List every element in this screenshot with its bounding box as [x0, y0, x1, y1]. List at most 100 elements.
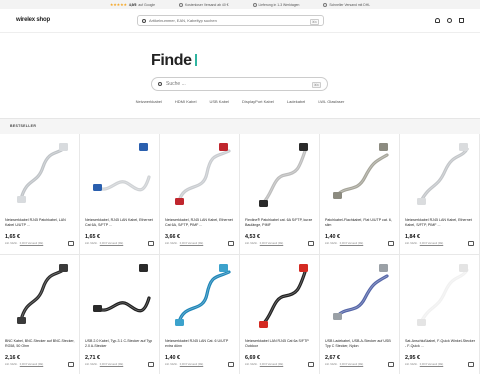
product-price: 6,69 € [245, 355, 260, 361]
shipping-link[interactable]: 0,00 € Versand (DE) [100, 363, 124, 366]
chip-lwl-glasfaser[interactable]: LWL Glasfaser [318, 99, 344, 104]
chip-ladekabel[interactable]: Ladekabel [287, 99, 305, 104]
product-name[interactable]: Netzwerkkabel, RJ45 LAN Kabel, Ethernet … [165, 218, 235, 228]
product-meta: inkl. MwSt. 0,00 € Versand (DE) [245, 242, 283, 245]
shipping-link[interactable]: 0,00 € Versand (DE) [420, 363, 444, 366]
product-name[interactable]: Netzwerkkabel RJ45 LAN Cat. 6 U/UTP extr… [165, 339, 235, 349]
shipping-link[interactable]: 0,00 € Versand (DE) [340, 242, 364, 245]
product-image[interactable] [247, 258, 313, 334]
chip-netzwerkkabel[interactable]: Netzwerkkabel [136, 99, 162, 104]
product-name[interactable]: Netzwerkkabel, RJ45 LAN Kabel, Ethernet … [85, 218, 155, 228]
add-to-cart-icon[interactable] [388, 241, 394, 246]
tax-note: inkl. MwSt. [85, 363, 98, 366]
product-image[interactable] [167, 137, 233, 213]
product-meta: inkl. MwSt. 0,00 € Versand (DE) [245, 363, 283, 366]
add-to-cart-icon[interactable] [68, 241, 74, 246]
site-logo[interactable]: wirelex shop [16, 17, 50, 23]
product-card[interactable]: Netzwerkkabel, RJ45 LAN Kabel, Ethernet … [160, 134, 240, 254]
header-search[interactable]: ⌘K [137, 15, 324, 26]
product-image[interactable] [247, 137, 313, 213]
product-card[interactable]: Netzwerkkabel LAN RJ45 Cat 6a S/FTP Outd… [240, 255, 320, 374]
blue-rj45-cable-icon [93, 143, 151, 192]
product-card[interactable]: USB 2.0 Kabel, Typ-3.1 C-Stecker auf Typ… [80, 255, 160, 374]
add-to-cart-icon[interactable] [148, 241, 154, 246]
shipping-link[interactable]: 0,00 € Versand (DE) [260, 242, 284, 245]
shipping-link[interactable]: 0,00 € Versand (DE) [180, 242, 204, 245]
product-price: 2,95 € [405, 355, 420, 361]
account-icon[interactable] [435, 18, 440, 23]
product-price: 1,65 € [85, 234, 100, 240]
product-image[interactable] [7, 137, 73, 213]
chip-usb-kabel[interactable]: USB Kabel [209, 99, 229, 104]
product-card[interactable]: Netzwerkkabel RJ45 LAN Cat. 6 U/UTP extr… [160, 255, 240, 374]
product-meta: inkl. MwSt. 0,00 € Versand (DE) [325, 363, 363, 366]
grey-rj45-cable-icon [17, 143, 68, 203]
product-meta: inkl. MwSt. 0,00 € Versand (DE) [85, 363, 123, 366]
product-price: 4,53 € [245, 234, 260, 240]
shipping-link[interactable]: 0,00 € Versand (DE) [20, 363, 44, 366]
product-name[interactable]: Flexline® Patchkabel cat. 6A S/FTP, kurz… [245, 218, 315, 228]
product-card[interactable]: BNC Kabel, BNC-Stecker auf BNC-Stecker, … [0, 255, 80, 374]
add-to-cart-icon[interactable] [308, 362, 314, 367]
add-to-cart-icon[interactable] [388, 362, 394, 367]
product-meta: inkl. MwSt. 0,00 € Versand (DE) [405, 363, 443, 366]
product-image[interactable] [87, 137, 153, 213]
product-image[interactable] [407, 258, 473, 334]
product-image[interactable] [167, 258, 233, 334]
product-name[interactable]: Netzwerkkabel LAN RJ45 Cat 6a S/FTP Outd… [245, 339, 315, 349]
add-to-cart-icon[interactable] [468, 241, 474, 246]
add-to-cart-icon[interactable] [228, 362, 234, 367]
shipping-link[interactable]: 0,00 € Versand (DE) [340, 363, 364, 366]
product-card[interactable]: Patchkabel-Flachkabel, Flat U/UTP cat. 6… [320, 134, 400, 254]
header-search-input[interactable] [149, 18, 309, 23]
add-to-cart-icon[interactable] [148, 362, 154, 367]
product-name[interactable]: Patchkabel-Flachkabel, Flat U/UTP cat. 6… [325, 218, 395, 228]
flat-cable-icon [333, 143, 389, 199]
product-price: 2,67 € [325, 355, 340, 361]
product-image[interactable] [327, 137, 393, 213]
product-image[interactable] [87, 258, 153, 334]
product-meta: inkl. MwSt. 0,00 € Versand (DE) [325, 242, 363, 245]
product-image[interactable] [407, 137, 473, 213]
black-pink-rj45-cable-icon [259, 143, 308, 207]
product-name[interactable]: USB Ladekabel, USB-A-Stecker auf USB Typ… [325, 339, 395, 349]
add-to-cart-icon[interactable] [228, 241, 234, 246]
grey-rj45-cable-icon [417, 143, 469, 205]
chip-hdmi-kabel[interactable]: HDMI Kabel [175, 99, 197, 104]
product-meta: inkl. MwSt. 0,00 € Versand (DE) [5, 363, 43, 366]
product-card[interactable]: Netzwerkkabel RJ45 LAN Kabel, Ethernet K… [400, 134, 480, 254]
search-shortcut-badge: ⌘K [309, 19, 319, 25]
chip-displayport-kabel[interactable]: DisplayPort Kabel [242, 99, 274, 104]
hero-search-input[interactable] [166, 81, 296, 87]
add-to-cart-icon[interactable] [468, 362, 474, 367]
usb-c-cable-icon [93, 264, 151, 313]
product-card[interactable]: Flexline® Patchkabel cat. 6A S/FTP, kurz… [240, 134, 320, 254]
shipping-link[interactable]: 0,00 € Versand (DE) [20, 242, 44, 245]
wishlist-icon[interactable] [447, 18, 452, 23]
shipping-link[interactable]: 0,00 € Versand (DE) [260, 363, 284, 366]
hero-search[interactable]: ⌘K [151, 77, 328, 91]
product-image[interactable] [7, 258, 73, 334]
product-card[interactable]: Sat-Anschlußkabel, F-Quick Winkel-Stecke… [400, 255, 480, 374]
section-label: BESTSELLER [10, 124, 37, 128]
product-card[interactable]: Netzwerkkabel RJ45 Patchkabel, LAN Kabel… [0, 134, 80, 254]
shipping-link[interactable]: 0,00 € Versand (DE) [100, 242, 124, 245]
add-to-cart-icon[interactable] [68, 362, 74, 367]
product-price: 2,71 € [85, 355, 100, 361]
tax-note: inkl. MwSt. [165, 363, 178, 366]
product-card[interactable]: USB Ladekabel, USB-A-Stecker auf USB Typ… [320, 255, 400, 374]
product-image[interactable] [327, 258, 393, 334]
tax-note: inkl. MwSt. [405, 363, 418, 366]
shipping-link[interactable]: 0,00 € Versand (DE) [420, 242, 444, 245]
sat-cable-icon [417, 264, 469, 326]
product-name[interactable]: BNC Kabel, BNC-Stecker auf BNC-Stecker, … [5, 339, 75, 349]
shipping-link[interactable]: 0,00 € Versand (DE) [180, 363, 204, 366]
add-to-cart-icon[interactable] [308, 241, 314, 246]
product-name[interactable]: USB 2.0 Kabel, Typ-3.1 C-Stecker auf Typ… [85, 339, 155, 349]
product-name[interactable]: Netzwerkkabel RJ45 LAN Kabel, Ethernet K… [405, 218, 475, 228]
product-name[interactable]: Sat-Anschlußkabel, F-Quick Winkel-Stecke… [405, 339, 475, 349]
product-name[interactable]: Netzwerkkabel RJ45 Patchkabel, LAN Kabel… [5, 218, 75, 228]
cart-icon[interactable] [459, 18, 464, 23]
product-card[interactable]: Netzwerkkabel, RJ45 LAN Kabel, Ethernet … [80, 134, 160, 254]
delivery-time-info: Lieferung in 1-3 Werktagen [252, 2, 299, 7]
